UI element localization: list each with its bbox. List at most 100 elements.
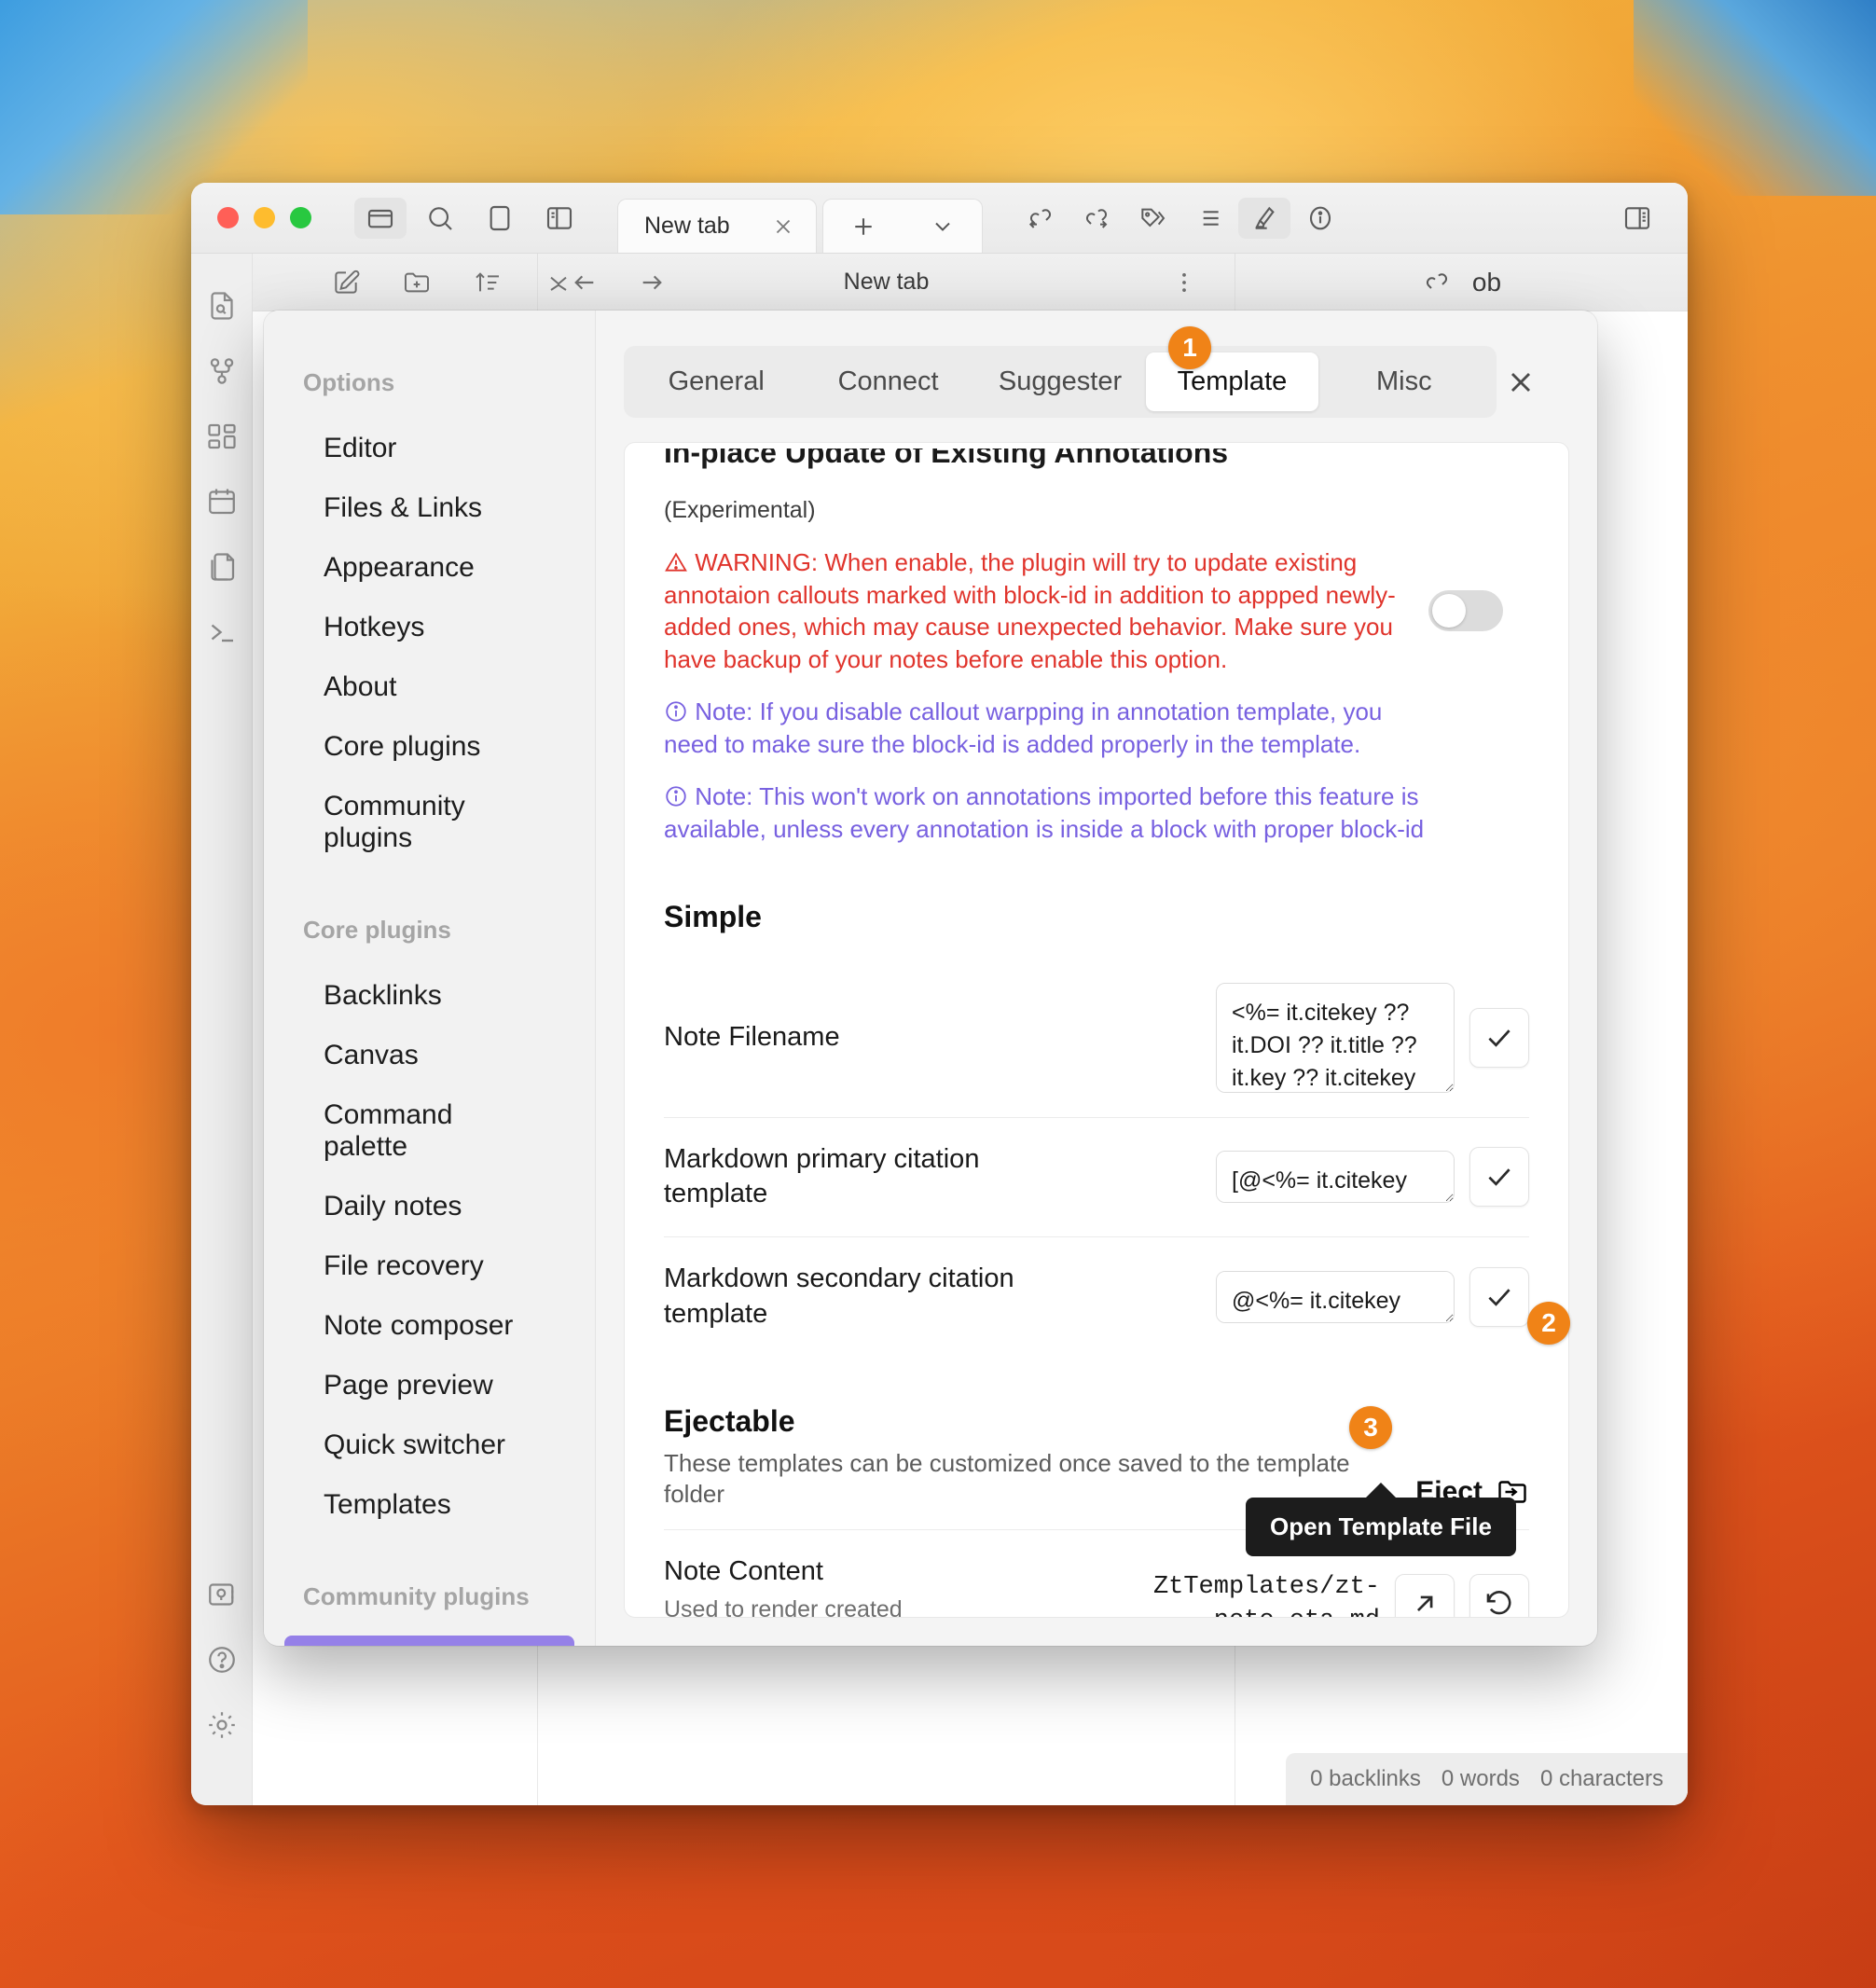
outline-icon[interactable] bbox=[1182, 198, 1235, 239]
sidebar-divider-1 bbox=[264, 871, 595, 916]
plus-icon[interactable] bbox=[849, 213, 877, 241]
link-forward-icon[interactable] bbox=[1070, 198, 1123, 239]
wallpaper-corner-top-right bbox=[1634, 0, 1876, 196]
sidebar-group-title-core-plugins: Core plugins bbox=[303, 916, 451, 944]
sidebar-item-quick-switcher[interactable]: Quick switcher bbox=[284, 1418, 574, 1472]
markdown-primary-citation-input[interactable] bbox=[1216, 1151, 1455, 1204]
sidebar-item-templates[interactable]: Templates bbox=[284, 1478, 574, 1532]
sidebar-item-core-plugins[interactable]: Core plugins bbox=[284, 720, 574, 774]
settings-tabbar: General Connect Suggester Template Misc bbox=[596, 311, 1597, 442]
note-filename-input[interactable] bbox=[1216, 982, 1455, 1093]
edit-icon[interactable] bbox=[331, 268, 361, 297]
settings-sidebar: Options Editor Files & Links Appearance … bbox=[264, 311, 596, 1646]
terminal-icon[interactable] bbox=[200, 610, 244, 655]
info-icon[interactable] bbox=[1294, 198, 1346, 239]
link-icon[interactable] bbox=[1422, 268, 1452, 297]
clipped-heading-wrap: In-place Update of Existing Annotations bbox=[664, 449, 1529, 484]
back-icon[interactable] bbox=[570, 268, 600, 297]
sidebar-item-hotkeys[interactable]: Hotkeys bbox=[284, 601, 574, 655]
open-template-file-button[interactable] bbox=[1395, 1574, 1455, 1617]
titlebar-right-icons bbox=[1014, 197, 1346, 239]
graph-icon[interactable] bbox=[200, 349, 244, 393]
sidebar-item-zotero-plugin[interactable]: Zotero Plugin bbox=[284, 1636, 574, 1646]
status-bar: 0 backlinks 0 words 0 characters bbox=[1286, 1753, 1688, 1805]
sidebar-item-canvas[interactable]: Canvas bbox=[284, 1029, 574, 1083]
sidebar-divider-2 bbox=[264, 1538, 595, 1582]
file-icon[interactable] bbox=[474, 198, 526, 239]
row-markdown-primary-citation: Markdown primary citation template bbox=[664, 1118, 1529, 1237]
step-badge-3: 3 bbox=[1349, 1406, 1392, 1449]
close-window-button[interactable] bbox=[217, 207, 239, 228]
sidebar-item-daily-notes[interactable]: Daily notes bbox=[284, 1180, 574, 1234]
row-description: Used to render created literature note bbox=[664, 1596, 903, 1618]
link-back-icon[interactable] bbox=[1014, 198, 1067, 239]
sidebar-item-backlinks[interactable]: Backlinks bbox=[284, 969, 574, 1023]
new-folder-icon[interactable] bbox=[402, 268, 432, 297]
ejectable-heading-group: Ejectable These templates can be customi… bbox=[664, 1404, 1415, 1509]
section-title-inplace-update: In-place Update of Existing Annotations bbox=[664, 449, 1229, 469]
tab-connect[interactable]: Connect bbox=[802, 352, 973, 411]
tab-template[interactable]: Template bbox=[1146, 352, 1318, 411]
maximize-window-button[interactable] bbox=[290, 207, 311, 228]
sidebar-item-editor[interactable]: Editor bbox=[284, 421, 574, 476]
sidebar-item-file-recovery[interactable]: File recovery bbox=[284, 1239, 574, 1293]
sidebar-item-page-preview[interactable]: Page preview bbox=[284, 1359, 574, 1413]
note-message-2: Note: This won't work on annotations imp… bbox=[664, 782, 1425, 844]
file-search-icon[interactable] bbox=[200, 283, 244, 328]
right-sidebar-icon[interactable] bbox=[1611, 198, 1663, 239]
sidebar-item-appearance[interactable]: Appearance bbox=[284, 541, 574, 595]
file-explorer-toolbar bbox=[253, 254, 567, 311]
info-circle-icon bbox=[664, 697, 695, 725]
settings-icon[interactable] bbox=[200, 1703, 244, 1747]
more-options-icon[interactable] bbox=[1171, 269, 1197, 296]
sidebar-item-community-plugins[interactable]: Community plugins bbox=[284, 780, 574, 865]
sidebar-group-title-options: Options bbox=[303, 368, 395, 396]
search-icon[interactable] bbox=[414, 198, 466, 239]
right-pane-header: ob bbox=[1235, 254, 1688, 311]
help-icon[interactable] bbox=[200, 1637, 244, 1682]
note-text-1: Note: If you disable callout warpping in… bbox=[664, 696, 1428, 760]
simple-rows: Note Filename Markdown primary citation … bbox=[664, 959, 1529, 1357]
sidebar-group-title-community-plugins: Community plugins bbox=[303, 1582, 530, 1610]
checkmark-icon[interactable] bbox=[1469, 1007, 1529, 1068]
sidebar-item-about[interactable]: About bbox=[284, 660, 574, 714]
markdown-secondary-citation-input[interactable] bbox=[1216, 1270, 1455, 1323]
row-label: Markdown primary citation template bbox=[664, 1143, 980, 1209]
settings-panel[interactable]: In-place Update of Existing Annotations … bbox=[624, 442, 1569, 1618]
minimize-window-button[interactable] bbox=[254, 207, 275, 228]
inplace-update-toggle[interactable] bbox=[1428, 590, 1503, 631]
note-toolbar: New tab ob bbox=[253, 254, 1688, 311]
checkmark-icon[interactable] bbox=[1469, 1147, 1529, 1208]
sidebar-item-command-palette[interactable]: Command palette bbox=[284, 1088, 574, 1174]
row-control bbox=[1216, 982, 1529, 1093]
sidebar-item-files-and-links[interactable]: Files & Links bbox=[284, 481, 574, 535]
folder-icon[interactable] bbox=[354, 197, 407, 239]
highlighter-icon[interactable] bbox=[1238, 197, 1290, 239]
status-backlinks: 0 backlinks bbox=[1310, 1766, 1421, 1791]
tab-general[interactable]: General bbox=[630, 352, 802, 411]
tab-misc[interactable]: Misc bbox=[1318, 352, 1490, 411]
sidebar-item-note-composer[interactable]: Note composer bbox=[284, 1299, 574, 1353]
section-heading-simple: Simple bbox=[664, 899, 762, 933]
forward-icon[interactable] bbox=[637, 268, 667, 297]
close-icon[interactable] bbox=[1504, 366, 1569, 399]
tab-title: New tab bbox=[644, 213, 730, 239]
settings-tab-list: General Connect Suggester Template Misc bbox=[624, 346, 1497, 418]
copy-icon[interactable] bbox=[200, 545, 244, 589]
note-nav bbox=[570, 268, 667, 297]
status-characters: 0 characters bbox=[1539, 1766, 1663, 1791]
canvas-icon[interactable] bbox=[200, 414, 244, 459]
window-titlebar: New tab bbox=[191, 183, 1688, 254]
sidebar-icon[interactable] bbox=[533, 198, 586, 239]
chevron-down-icon[interactable] bbox=[930, 214, 956, 240]
sort-icon[interactable] bbox=[473, 268, 503, 297]
reset-icon[interactable] bbox=[1469, 1574, 1529, 1617]
checkmark-icon[interactable] bbox=[1469, 1266, 1529, 1327]
tab-new-tab[interactable]: New tab bbox=[617, 199, 817, 253]
window-traffic-lights[interactable] bbox=[217, 207, 311, 228]
vault-icon[interactable] bbox=[200, 1572, 244, 1617]
tab-suggester[interactable]: Suggester bbox=[974, 352, 1146, 411]
tag-icon[interactable] bbox=[1126, 198, 1179, 239]
calendar-icon[interactable] bbox=[200, 479, 244, 524]
close-icon[interactable] bbox=[771, 214, 795, 239]
